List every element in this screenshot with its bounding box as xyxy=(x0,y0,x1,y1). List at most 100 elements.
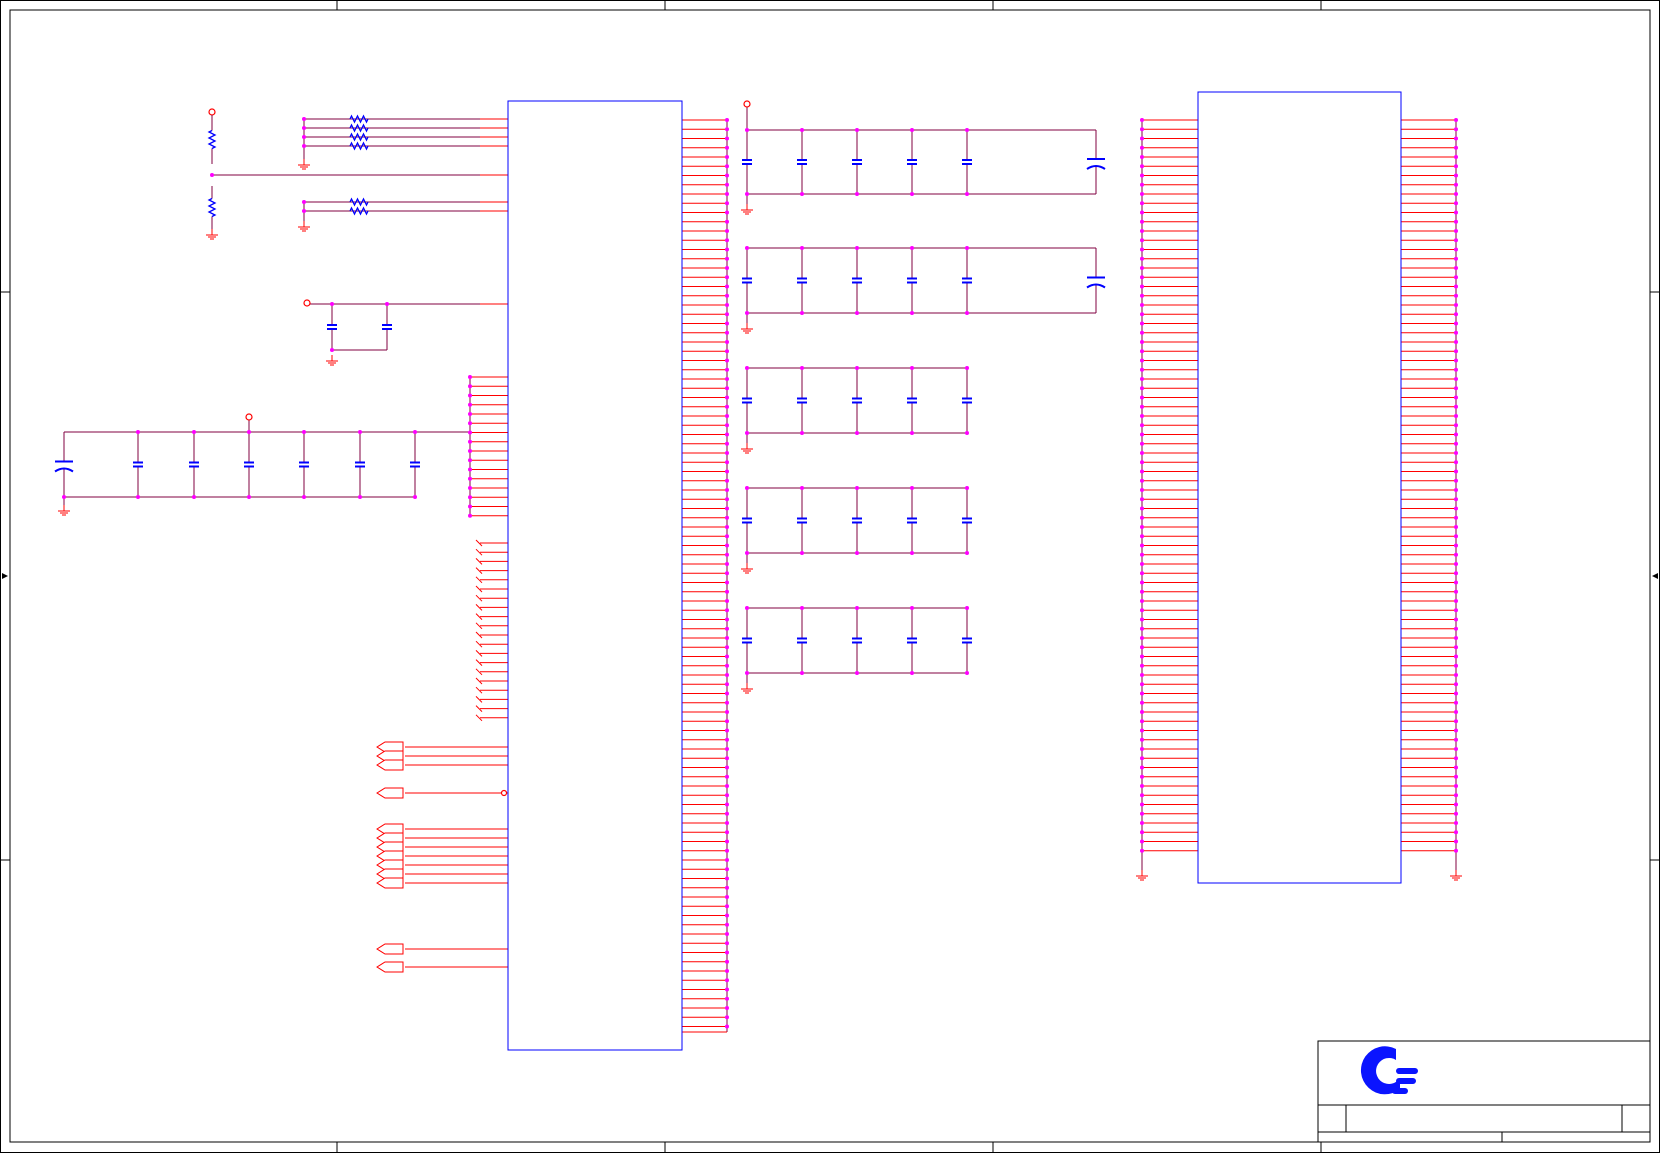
junction-dot xyxy=(725,173,729,178)
junction-dot xyxy=(725,136,729,141)
junction-dot xyxy=(1454,821,1458,825)
junction-dot xyxy=(725,839,729,844)
junction-dot xyxy=(1140,626,1144,631)
junction-dot xyxy=(725,589,729,594)
junction-dot xyxy=(1454,118,1458,122)
inner-frame xyxy=(9,9,1651,1143)
junction-dot xyxy=(1140,673,1144,677)
junction-dot xyxy=(725,580,729,585)
junction-dot xyxy=(1454,737,1458,742)
junction-dot xyxy=(800,606,804,610)
junction-dot xyxy=(1140,525,1144,529)
junction-dot xyxy=(1454,543,1458,548)
junction-dot xyxy=(1140,340,1144,344)
junction-dot xyxy=(725,895,729,899)
polarized-capacitor xyxy=(1086,130,1106,194)
junction-dot xyxy=(468,430,472,435)
junction-dot xyxy=(1454,127,1458,132)
junction-dot xyxy=(1454,728,1458,733)
junction-dot xyxy=(1454,173,1458,178)
resistor xyxy=(349,114,369,124)
capacitor xyxy=(244,432,254,497)
junction-dot xyxy=(1454,136,1458,141)
junction-dot xyxy=(1140,756,1144,761)
ground-symbol xyxy=(741,204,753,215)
junction-dot xyxy=(247,495,251,499)
junction-dot xyxy=(800,671,804,675)
junction-dot xyxy=(910,246,914,250)
junction-dot xyxy=(247,430,251,434)
junction-dot xyxy=(302,117,306,121)
junction-dot xyxy=(1454,636,1458,640)
junction-dot xyxy=(1454,571,1458,576)
junction-dot xyxy=(910,311,914,315)
junction-dot xyxy=(725,941,729,946)
junction-dot xyxy=(1140,719,1144,724)
junction-dot xyxy=(413,495,417,499)
junction-dot xyxy=(1454,608,1458,613)
junction-dot xyxy=(1454,423,1458,428)
junction-dot xyxy=(745,128,749,132)
junction-dot xyxy=(910,431,914,435)
junction-dot xyxy=(302,135,306,139)
capacitor xyxy=(797,368,807,433)
junction-dot xyxy=(1454,349,1458,354)
capacitor xyxy=(962,248,972,313)
junction-dot xyxy=(725,358,729,363)
junction-dot xyxy=(725,626,729,631)
junction-dot xyxy=(1140,562,1144,566)
junction-dot xyxy=(725,608,729,613)
junction-dot xyxy=(330,348,334,352)
junction-dot xyxy=(1454,386,1458,391)
junction-dot xyxy=(1454,469,1458,474)
junction-dot xyxy=(1454,201,1458,206)
junction-dot xyxy=(1140,349,1144,354)
junction-dot xyxy=(965,128,969,132)
capacitor xyxy=(742,488,752,553)
junction-dot xyxy=(468,504,472,509)
junction-dot xyxy=(910,366,914,370)
junction-dot xyxy=(302,495,306,499)
junction-dot xyxy=(745,311,749,315)
junction-dot xyxy=(1140,728,1144,733)
junction-dot xyxy=(1140,127,1144,132)
junction-dot xyxy=(1454,377,1458,381)
junction-dot xyxy=(1140,506,1144,511)
junction-dot xyxy=(1140,691,1144,696)
junction-dot xyxy=(725,691,729,696)
junction-dot xyxy=(1140,515,1144,520)
junction-dot xyxy=(1140,358,1144,363)
junction-dot xyxy=(855,551,859,555)
junction-dot xyxy=(725,515,729,520)
junction-dot xyxy=(725,728,729,733)
junction-dot xyxy=(1454,210,1458,215)
junction-dot xyxy=(910,551,914,555)
junction-dot xyxy=(1454,367,1458,372)
junction-dot xyxy=(1140,330,1144,335)
junction-dot xyxy=(725,238,729,243)
junction-dot xyxy=(468,486,472,490)
junction-dot xyxy=(1454,395,1458,400)
junction-dot xyxy=(800,431,804,435)
capacitor xyxy=(742,368,752,433)
junction-dot xyxy=(725,293,729,298)
junction-dot xyxy=(1140,802,1144,807)
junction-dot xyxy=(725,182,729,187)
junction-dot xyxy=(1140,136,1144,141)
junction-dot xyxy=(1140,830,1144,835)
junction-dot xyxy=(1454,441,1458,446)
junction-dot xyxy=(745,486,749,490)
junction-dot xyxy=(1140,219,1144,224)
off-sheet-port xyxy=(376,759,404,771)
junction-dot xyxy=(725,719,729,724)
junction-dot xyxy=(210,173,214,177)
sheet-border xyxy=(0,0,1660,1153)
junction-dot xyxy=(1140,811,1144,816)
junction-dot xyxy=(725,969,729,973)
capacitor xyxy=(797,130,807,194)
junction-dot xyxy=(725,913,729,918)
ground-symbol xyxy=(298,221,310,232)
junction-dot xyxy=(855,311,859,315)
junction-dot xyxy=(725,552,729,557)
junction-dot xyxy=(1140,478,1144,483)
